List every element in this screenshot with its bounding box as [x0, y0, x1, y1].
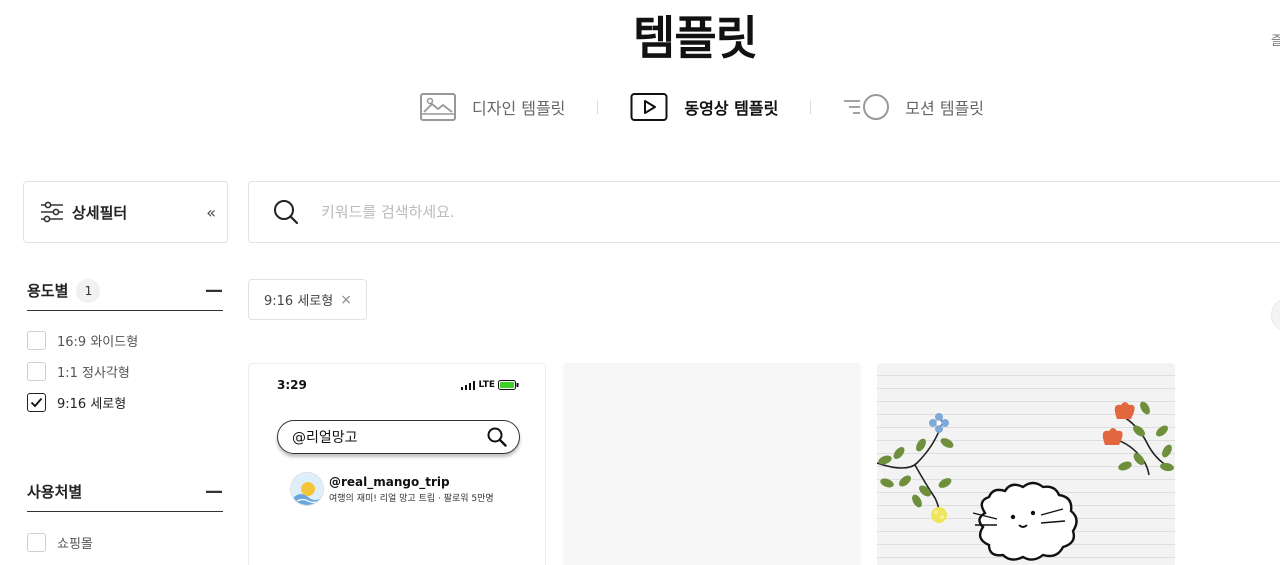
section-title: 용도별	[27, 282, 69, 300]
profile-row: @real_mango_trip 여행의 재미! 리얼 망고 트립 · 팔로워 …	[290, 472, 494, 506]
collapse-section-button[interactable]: —	[205, 482, 223, 501]
section-header[interactable]: 사용처별 —	[27, 472, 223, 512]
collapse-section-button[interactable]: —	[205, 281, 223, 300]
section-header[interactable]: 용도별 1 —	[27, 271, 223, 311]
template-page: 템플릿 즐 디자인 템플릿 동영상 템플릿 모션 템플릿 상세필터 « 키워드를…	[0, 0, 1280, 565]
search-icon[interactable]	[273, 199, 299, 225]
tab-divider	[810, 100, 812, 114]
page-title: 템플릿	[633, 11, 758, 65]
option-vertical[interactable]: 9:16 세로형	[27, 387, 223, 418]
motion-icon	[844, 94, 890, 120]
status-indicators: LTE	[461, 380, 519, 390]
option-label: 쇼핑몰	[57, 537, 93, 552]
search-bar	[248, 181, 1280, 243]
checkbox[interactable]	[27, 393, 46, 412]
mock-search-bar: @리얼망고	[277, 420, 520, 454]
template-card[interactable]	[563, 363, 861, 565]
phone-status-bar: 3:29 LTE	[277, 378, 519, 392]
active-filter-chip: 9:16 세로형 ×	[248, 279, 367, 320]
template-card[interactable]	[877, 363, 1175, 565]
network-label: LTE	[478, 380, 495, 390]
floral-cat-illustration	[877, 401, 1174, 561]
check-icon	[30, 397, 43, 408]
play-icon	[630, 93, 668, 121]
option-label: 1:1 정사각형	[57, 366, 130, 381]
status-time: 3:29	[277, 378, 307, 392]
profile-description: 여행의 재미! 리얼 망고 트립 · 팔로워 5만명	[329, 493, 494, 504]
template-card[interactable]: 3:29 LTE @리얼망고 @real_mango_trip 여행의 재미! …	[248, 363, 546, 565]
search-icon	[487, 427, 507, 447]
tab-divider	[597, 100, 599, 114]
checkbox[interactable]	[27, 331, 46, 350]
corner-text: 즐	[1271, 34, 1280, 49]
template-type-tabs: 디자인 템플릿 동영상 템플릿 모션 템플릿	[420, 88, 984, 126]
chip-label: 9:16 세로형	[264, 294, 334, 309]
option-square[interactable]: 1:1 정사각형	[27, 356, 223, 387]
tab-label: 모션 템플릿	[905, 99, 984, 118]
option-label: 9:16 세로형	[57, 397, 127, 412]
image-icon	[420, 93, 456, 121]
option-shopping-mall[interactable]: 쇼핑몰	[27, 527, 223, 558]
tab-design-template[interactable]: 디자인 템플릿	[420, 92, 565, 122]
section-title: 사용처별	[27, 483, 83, 501]
profile-text: @real_mango_trip 여행의 재미! 리얼 망고 트립 · 팔로워 …	[329, 475, 494, 504]
remove-chip-button[interactable]: ×	[340, 292, 352, 308]
sliders-icon	[41, 201, 63, 223]
signal-icon	[461, 380, 476, 390]
filter-section-usage: 용도별 1 — 16:9 와이드형 1:1 정사각형 9:16 세로형	[27, 271, 223, 418]
option-label: 16:9 와이드형	[57, 335, 139, 350]
battery-icon	[498, 380, 519, 390]
option-wide[interactable]: 16:9 와이드형	[27, 325, 223, 356]
option-list: 16:9 와이드형 1:1 정사각형 9:16 세로형	[27, 325, 223, 418]
avatar	[290, 472, 324, 506]
count-badge: 1	[76, 278, 101, 303]
profile-handle: @real_mango_trip	[329, 474, 450, 489]
filter-section-usage-place: 사용처별 — 쇼핑몰	[27, 472, 223, 558]
checkbox[interactable]	[27, 362, 46, 381]
tab-label: 디자인 템플릿	[472, 99, 566, 118]
tab-label: 동영상 템플릿	[684, 99, 779, 118]
tab-motion-template[interactable]: 모션 템플릿	[843, 92, 984, 122]
checkbox[interactable]	[27, 533, 46, 552]
option-list: 쇼핑몰	[27, 527, 223, 558]
detail-filter-label: 상세필터	[72, 203, 128, 222]
tab-video-template[interactable]: 동영상 템플릿	[630, 92, 778, 122]
collapse-filter-button[interactable]: «	[206, 203, 216, 222]
search-input[interactable]	[321, 203, 921, 221]
scroll-handle[interactable]	[1271, 298, 1280, 332]
detail-filter-panel: 상세필터 «	[23, 181, 228, 243]
mock-search-text: @리얼망고	[292, 430, 358, 446]
